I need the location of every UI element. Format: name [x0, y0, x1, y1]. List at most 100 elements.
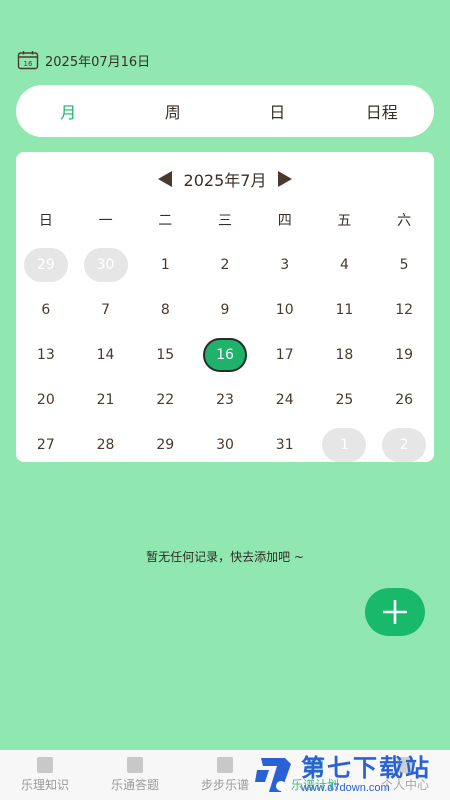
month-header: 2025年7月 [16, 166, 434, 192]
day-cell[interactable]: 31 [255, 422, 315, 467]
day-cell[interactable]: 10 [255, 287, 315, 332]
day-number: 12 [395, 301, 414, 318]
day-cell[interactable]: 26 [374, 377, 434, 422]
day-cell[interactable]: 18 [315, 332, 375, 377]
day-number: 29 [23, 247, 68, 282]
day-number: 28 [96, 436, 115, 453]
svg-text:16: 16 [24, 60, 33, 68]
day-cell[interactable]: 20 [16, 377, 76, 422]
weekday-label: 二 [158, 213, 173, 229]
day-cell[interactable]: 24 [255, 377, 315, 422]
day-number: 1 [160, 256, 170, 273]
day-number: 1 [322, 427, 367, 462]
day-cell[interactable]: 22 [135, 377, 195, 422]
watermark-url: www.d7down.com [301, 782, 390, 794]
day-cell[interactable]: 9 [195, 287, 255, 332]
day-cell[interactable]: 2 [195, 242, 255, 287]
calendar-icon: 16 [17, 51, 39, 70]
day-number: 16 [202, 337, 247, 372]
day-number: 29 [156, 436, 175, 453]
watermark: 第七下载站 www.d7down.com [255, 750, 450, 800]
day-cell[interactable]: 4 [315, 242, 375, 287]
day-number: 11 [335, 301, 354, 318]
day-number: 13 [36, 346, 55, 363]
sheet-music-icon [217, 757, 233, 773]
weekday-label: 五 [337, 213, 352, 229]
day-number: 2 [220, 256, 230, 273]
weekday-label: 四 [277, 213, 292, 229]
date-text: 2025年07月16日 [45, 54, 151, 70]
day-number: 2 [382, 427, 427, 462]
nav-label: 步步乐谱 [200, 778, 249, 792]
day-cell[interactable]: 15 [135, 332, 195, 377]
day-number: 30 [83, 247, 128, 282]
day-number: 20 [36, 391, 55, 408]
day-cell-other-month[interactable]: 2 [374, 422, 434, 467]
day-cell[interactable]: 21 [76, 377, 136, 422]
day-number: 19 [395, 346, 414, 363]
tab-week[interactable]: 周 [121, 99, 226, 123]
tab-month[interactable]: 月 [16, 99, 121, 123]
day-number: 17 [275, 346, 294, 363]
month-label: 2025年7月 [183, 171, 267, 190]
view-tabs: 月 周 日 日程 [16, 85, 434, 137]
empty-message: 暂无任何记录，快去添加吧 ~ [146, 550, 304, 564]
day-cell-other-month[interactable]: 29 [16, 242, 76, 287]
day-cell[interactable]: 8 [135, 287, 195, 332]
day-cell[interactable]: 11 [315, 287, 375, 332]
watermark-logo-icon [255, 758, 291, 792]
prev-month-icon[interactable] [157, 171, 172, 187]
day-cell[interactable]: 14 [76, 332, 136, 377]
day-cell[interactable]: 19 [374, 332, 434, 377]
weekday-label: 一 [98, 213, 113, 229]
plus-icon [383, 600, 407, 624]
weekday-header: 日 一 二 三 四 五 六 [16, 210, 434, 230]
day-cell[interactable]: 30 [195, 422, 255, 467]
day-cell[interactable]: 5 [374, 242, 434, 287]
nav-label: 乐通答题 [110, 778, 159, 792]
day-cell-selected[interactable]: 16 [195, 332, 255, 377]
day-number: 10 [275, 301, 294, 318]
day-cell-other-month[interactable]: 30 [76, 242, 136, 287]
day-number: 15 [156, 346, 175, 363]
day-cell[interactable]: 27 [16, 422, 76, 467]
day-cell[interactable]: 12 [374, 287, 434, 332]
day-grid: 29 30 1 2 3 4 5 6 7 8 9 10 11 12 13 14 15 16 17 18 19 20 21 22 2… [16, 242, 434, 467]
day-number: 23 [216, 391, 234, 408]
day-cell[interactable]: 25 [315, 377, 375, 422]
music-theory-icon [37, 757, 53, 773]
day-cell[interactable]: 17 [255, 332, 315, 377]
day-cell[interactable]: 6 [16, 287, 76, 332]
day-number: 22 [156, 391, 175, 408]
day-number: 25 [335, 391, 354, 408]
day-number: 4 [339, 256, 349, 273]
day-cell[interactable]: 28 [76, 422, 136, 467]
day-cell[interactable]: 29 [135, 422, 195, 467]
current-date: 16 2025年07月16日 [17, 49, 150, 71]
day-number: 31 [275, 436, 294, 453]
calendar-card: 2025年7月 日 一 二 三 四 五 六 29 30 1 2 3 4 5 6 7 8 9 10 11 1… [16, 152, 434, 462]
nav-item-music-theory[interactable]: 乐理知识 [0, 750, 90, 800]
weekday-label: 六 [397, 213, 412, 229]
day-cell[interactable]: 7 [76, 287, 136, 332]
day-cell[interactable]: 13 [16, 332, 76, 377]
day-cell[interactable]: 3 [255, 242, 315, 287]
day-cell[interactable]: 23 [195, 377, 255, 422]
day-number: 26 [395, 391, 414, 408]
nav-item-quiz[interactable]: 乐通答题 [90, 750, 180, 800]
day-number: 30 [216, 436, 234, 453]
day-cell-other-month[interactable]: 1 [315, 422, 375, 467]
day-number: 27 [36, 436, 55, 453]
quiz-icon [127, 757, 143, 773]
day-number: 6 [41, 301, 51, 318]
tab-schedule[interactable]: 日程 [330, 99, 435, 123]
weekday-label: 日 [38, 213, 53, 229]
day-number: 8 [160, 301, 170, 318]
add-record-button[interactable] [365, 588, 425, 636]
next-month-icon[interactable] [278, 171, 293, 187]
day-number: 14 [96, 346, 115, 363]
day-cell[interactable]: 1 [135, 242, 195, 287]
watermark-title: 第七下载站 [301, 754, 431, 782]
tab-day[interactable]: 日 [225, 99, 330, 123]
day-number: 21 [96, 391, 115, 408]
